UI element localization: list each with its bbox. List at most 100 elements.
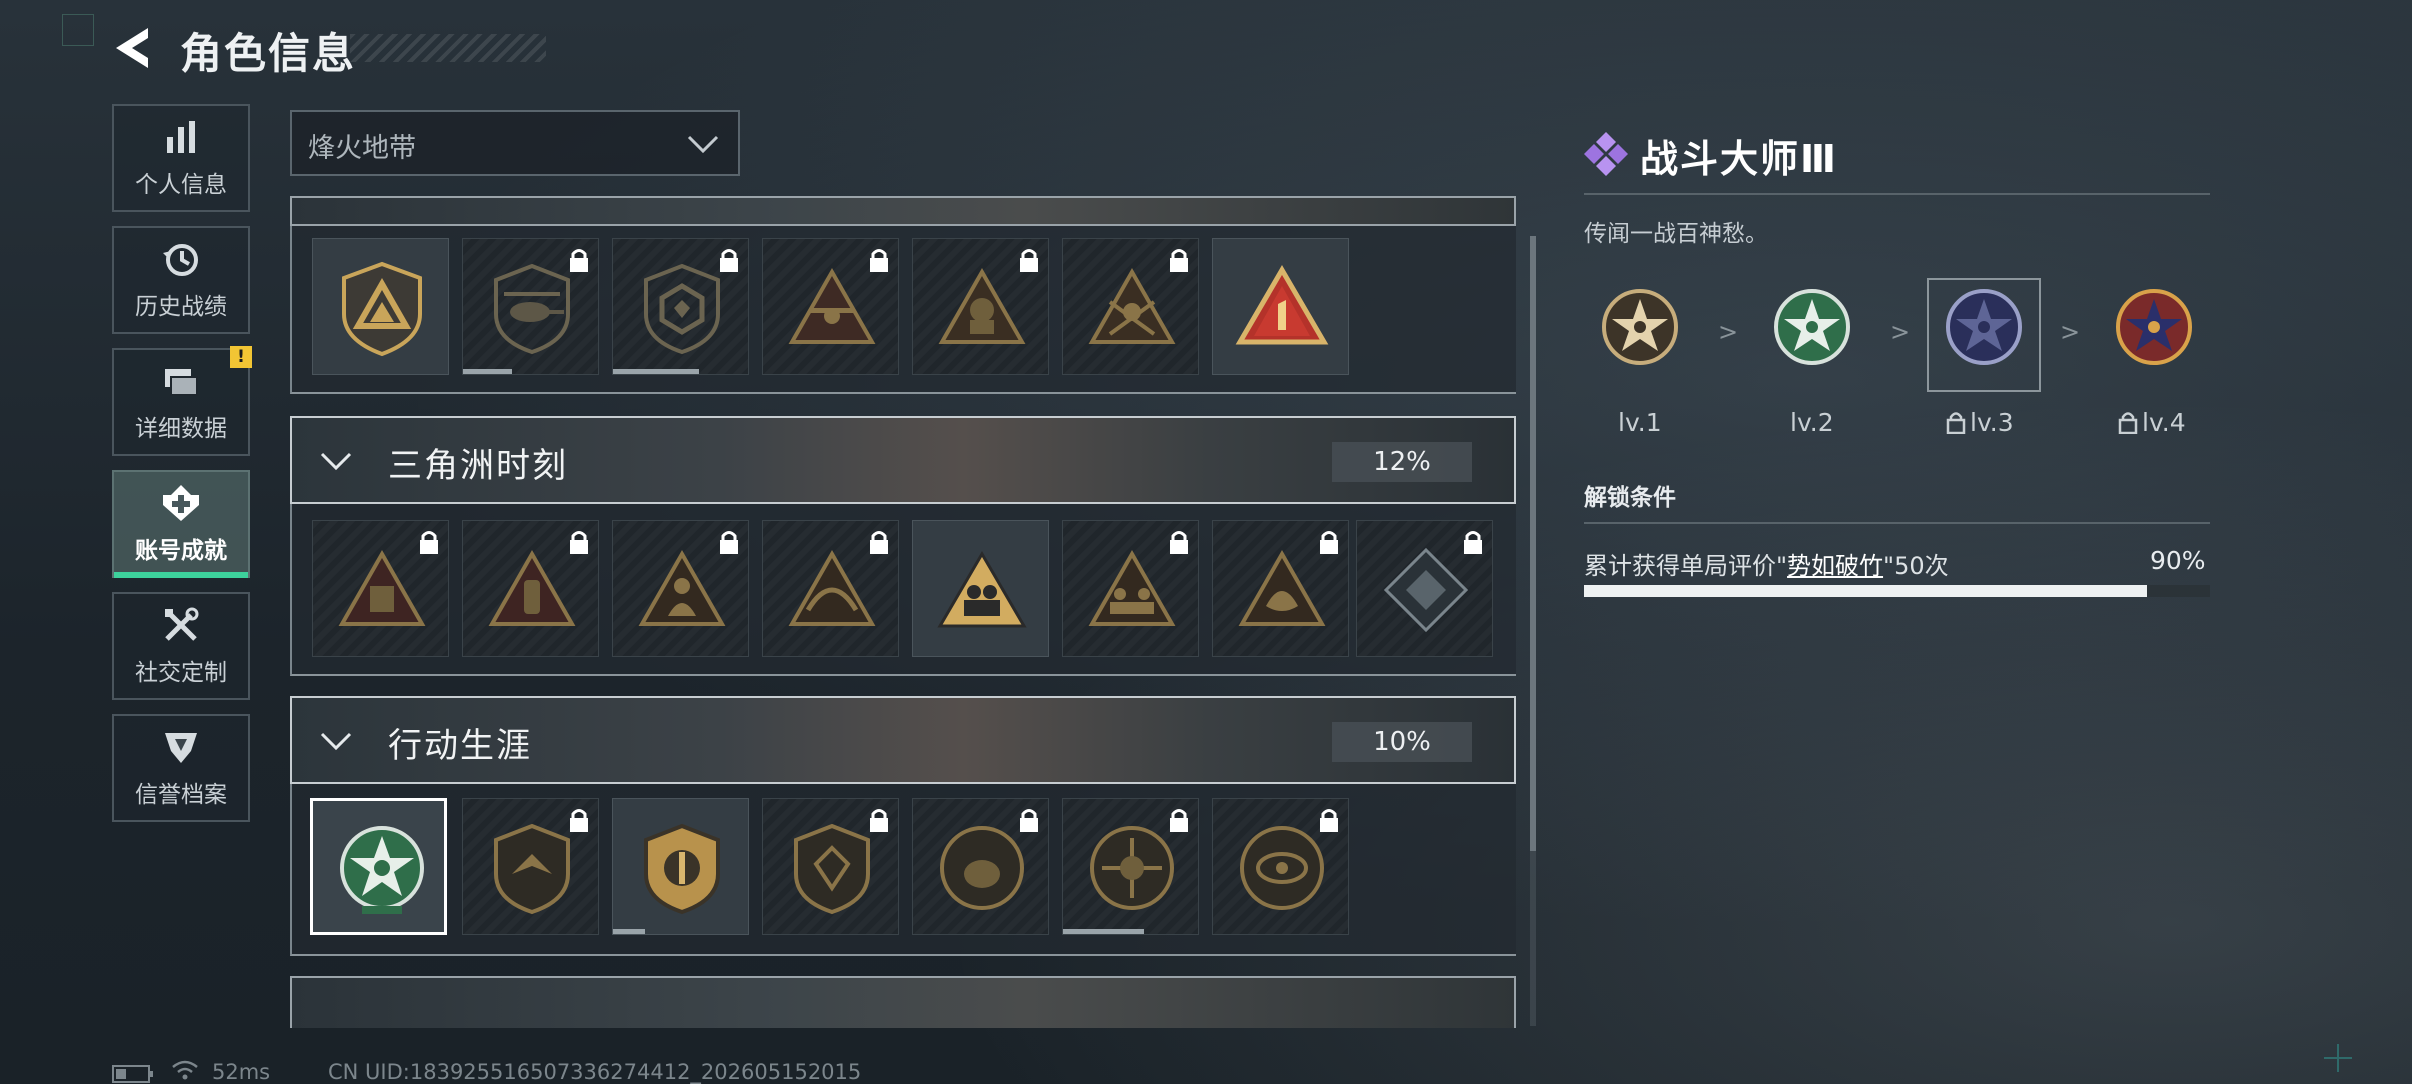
mode-dropdown[interactable]: 烽火地带 [290, 110, 740, 176]
divider [1584, 193, 2210, 195]
list-scrollbar-thumb[interactable] [1530, 236, 1536, 851]
back-arrow-icon[interactable] [112, 26, 156, 70]
level-4-emblem-icon[interactable] [2114, 287, 2194, 367]
lock-icon [870, 531, 888, 554]
section-header-delta-moments[interactable]: 三角洲时刻 12% [290, 416, 1516, 504]
achievement-badge[interactable] [1062, 238, 1199, 375]
triangle-figure-emblem-icon [638, 549, 726, 626]
nav-item-personal-info[interactable]: 个人信息 [112, 104, 250, 212]
badge-progress [613, 929, 646, 934]
gem-shield-emblem-icon [794, 823, 870, 915]
round-shell-emblem-icon [940, 826, 1024, 910]
lock-icon [1170, 809, 1188, 832]
reputation-icon [165, 733, 197, 763]
achievement-badge[interactable] [612, 520, 749, 657]
round-eye-emblem-icon [1240, 826, 1324, 910]
triangle-soldier-emblem-icon [1088, 267, 1176, 344]
triangle-crate-emblem-icon [338, 549, 426, 626]
achievement-badge[interactable] [1062, 798, 1199, 935]
lock-icon [720, 249, 738, 272]
condition-link[interactable]: 势如破竹 [1787, 552, 1883, 580]
badge-row-delta-moments [290, 504, 1516, 676]
achievement-badge[interactable] [312, 238, 449, 375]
achievement-list[interactable]: 三角洲时刻 12% 行动生涯 10% [290, 196, 1520, 1028]
hex-emblem-icon [644, 263, 720, 355]
achievement-badge[interactable] [912, 238, 1049, 375]
chevron-down-icon [687, 135, 719, 154]
achievement-badge-selected[interactable] [310, 798, 447, 935]
nav-item-reputation[interactable]: 信誉档案 [112, 714, 250, 822]
lock-icon [720, 531, 738, 554]
level-3-emblem-icon[interactable] [1944, 287, 2024, 367]
triangle-team-emblem-icon [1088, 549, 1176, 626]
lock-icon [570, 249, 588, 272]
nav-item-history[interactable]: 历史战绩 [112, 226, 250, 334]
condition-prefix: 累计获得单局评价" [1584, 552, 1788, 580]
achievement-badge[interactable] [1212, 798, 1349, 935]
level-label: lv.2 [1790, 408, 1834, 437]
nav-item-label: 详细数据 [135, 416, 227, 442]
level-text: lv.4 [2142, 408, 2186, 437]
nav-item-achievements[interactable]: 账号成就 [112, 470, 250, 578]
chevron-down-icon [320, 732, 352, 751]
triangle-fist-emblem-icon [1238, 549, 1326, 626]
achievement-badge[interactable] [762, 238, 899, 375]
section-banner-top [290, 196, 1516, 226]
achievement-badge[interactable] [462, 798, 599, 935]
section-title: 行动生涯 [388, 726, 532, 766]
condition-progress-bar [1584, 585, 2210, 597]
unlock-condition-text: 累计获得单局评价"势如破竹"50次 [1584, 546, 1949, 581]
page-title: 角色信息 [180, 29, 357, 78]
achievement-badge[interactable] [762, 798, 899, 935]
level-label: lv.1 [1618, 408, 1662, 437]
level-2-emblem-icon[interactable] [1772, 287, 1852, 367]
bar-chart-icon [167, 121, 195, 153]
lock-icon [870, 249, 888, 272]
title-decoration [350, 34, 546, 62]
level-1-emblem-icon[interactable] [1600, 287, 1680, 367]
lock-icon [420, 531, 438, 554]
achievement-badge[interactable] [462, 238, 599, 375]
triangle-wings-emblem-icon [788, 549, 876, 626]
achievement-badge[interactable] [912, 520, 1049, 657]
lock-icon [1020, 809, 1038, 832]
achievement-badge[interactable] [1212, 238, 1349, 375]
combat-master-emblem-icon [340, 826, 424, 914]
achievement-badge[interactable] [612, 238, 749, 375]
level-separator: > [2060, 318, 2081, 346]
lock-icon [1320, 531, 1338, 554]
achievement-badge[interactable] [912, 798, 1049, 935]
section-header-career[interactable]: 行动生涯 10% [290, 696, 1516, 784]
level-label-locked: lv.4 [2118, 408, 2186, 437]
badge-progress [463, 369, 512, 374]
notification-badge: ! [230, 346, 252, 368]
nav-item-label: 信誉档案 [135, 782, 227, 808]
achievement-title: 战斗大师Ⅲ [1640, 137, 1838, 181]
lock-icon [570, 809, 588, 832]
badge-progress [1063, 929, 1144, 934]
condition-suffix: "50次 [1883, 552, 1949, 580]
triangle-squad-emblem-icon [937, 551, 1027, 628]
section-title: 三角洲时刻 [388, 446, 568, 486]
lock-icon [870, 809, 888, 832]
achievement-badge[interactable] [462, 520, 599, 657]
active-indicator [114, 572, 248, 578]
nav-item-label: 历史战绩 [135, 294, 227, 320]
achievement-badge[interactable] [762, 520, 899, 657]
condition-progress-fill [1584, 585, 2148, 597]
nav-item-social[interactable]: 社交定制 [112, 592, 250, 700]
achievement-badge[interactable] [612, 798, 749, 935]
achievement-badge[interactable] [1356, 520, 1493, 657]
achievement-badge[interactable] [1212, 520, 1349, 657]
unlock-conditions-title: 解锁条件 [1584, 485, 1676, 511]
level-text: lv.3 [1970, 408, 2014, 437]
helicopter-emblem-icon [494, 263, 570, 355]
achievement-badge[interactable] [312, 520, 449, 657]
lock-icon [1464, 531, 1482, 554]
chevron-down-icon [320, 452, 352, 471]
badge-row-top [290, 226, 1516, 394]
achievement-badge[interactable] [1062, 520, 1199, 657]
nav-item-detailed-data[interactable]: 详细数据 ! [112, 346, 252, 456]
nav-item-label: 个人信息 [135, 172, 227, 198]
achievement-description: 传闻一战百神愁。 [1584, 221, 1768, 247]
